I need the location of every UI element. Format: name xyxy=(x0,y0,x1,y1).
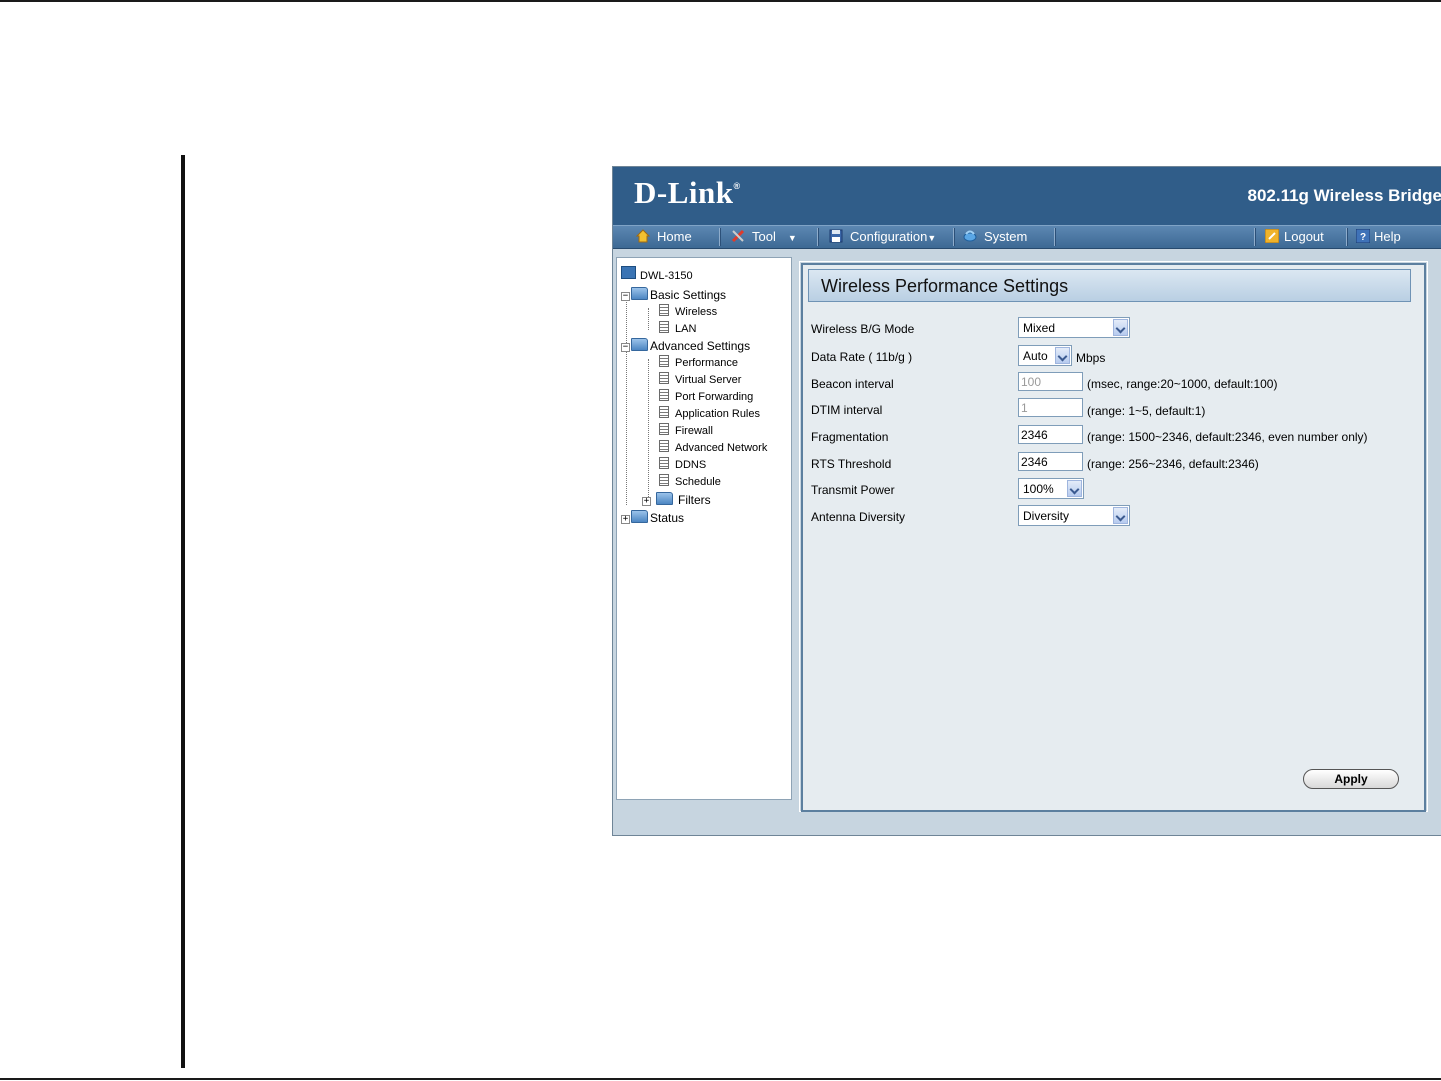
tree-item-firewall[interactable]: Firewall xyxy=(659,423,713,439)
antenna-diversity-select[interactable]: Diversity xyxy=(1018,505,1130,526)
data-rate-label: Data Rate ( 11b/g ) xyxy=(811,350,913,364)
rts-threshold-label: RTS Threshold xyxy=(811,457,892,471)
menu-tool[interactable]: Tool ▼ xyxy=(731,226,797,248)
fragmentation-label: Fragmentation xyxy=(811,430,889,444)
menu-configuration[interactable]: Configuration▼ xyxy=(829,226,936,248)
antenna-diversity-label: Antenna Diversity xyxy=(811,510,906,524)
beacon-interval-hint: (msec, range:20~1000, default:100) xyxy=(1087,377,1278,391)
margin-bar xyxy=(181,155,185,1068)
fragmentation-input[interactable]: 2346 xyxy=(1018,425,1083,444)
dtim-interval-hint: (range: 1~5, default:1) xyxy=(1087,404,1206,418)
collapse-icon[interactable]: − xyxy=(621,343,630,352)
tree-item-ddns[interactable]: DDNS xyxy=(659,457,706,473)
tools-icon xyxy=(731,228,745,243)
menu-bar: Home Tool▼ Configuration▼ System Logout xyxy=(613,225,1441,249)
page-icon xyxy=(659,304,669,316)
expand-icon[interactable]: + xyxy=(621,515,630,524)
menu-system[interactable]: System xyxy=(963,226,1027,248)
apply-button[interactable]: Apply xyxy=(1303,769,1399,789)
home-icon xyxy=(635,228,651,243)
tree-guide xyxy=(648,308,649,330)
wireless-mode-select[interactable]: Mixed xyxy=(1018,317,1130,338)
menu-help[interactable]: ? Help xyxy=(1355,226,1401,248)
tree-item-advanced-network[interactable]: Advanced Network xyxy=(659,440,767,456)
panel-title-bar: Wireless Performance Settings xyxy=(808,269,1411,302)
page-icon xyxy=(659,406,669,418)
computer-icon xyxy=(621,266,636,279)
chevron-down-icon xyxy=(1055,347,1070,364)
tree-item-lan[interactable]: LAN xyxy=(659,321,696,337)
page-icon xyxy=(659,423,669,435)
data-rate-unit: Mbps xyxy=(1076,351,1106,365)
tree-guide xyxy=(648,359,649,499)
rts-threshold-input[interactable]: 2346 xyxy=(1018,452,1083,471)
dlink-logo: D-Link® xyxy=(634,175,741,210)
tree-item-port-forwarding[interactable]: Port Forwarding xyxy=(659,389,753,405)
tree-status[interactable]: + Status xyxy=(621,510,684,526)
page-icon xyxy=(659,372,669,384)
product-name: 802.11g Wireless Bridge xyxy=(1247,186,1441,205)
page-icon xyxy=(659,321,669,333)
chevron-down-icon: ▼ xyxy=(787,233,797,243)
panel-title: Wireless Performance Settings xyxy=(821,276,1069,296)
tree-item-wireless[interactable]: Wireless xyxy=(659,304,717,320)
chevron-down-icon xyxy=(1113,319,1128,336)
rts-threshold-hint: (range: 256~2346, default:2346) xyxy=(1087,457,1259,471)
transmit-power-select[interactable]: 100% xyxy=(1018,478,1084,499)
header: D-Link® 802.11g Wireless Bridge xyxy=(613,167,1441,225)
beacon-interval-input[interactable]: 100 xyxy=(1018,372,1083,391)
page-top-rule xyxy=(0,0,1441,2)
tree-filters[interactable]: + Filters xyxy=(642,492,711,508)
data-rate-select[interactable]: Auto xyxy=(1018,345,1072,366)
tree-item-virtual-server[interactable]: Virtual Server xyxy=(659,372,741,388)
router-web-ui: D-Link® 802.11g Wireless Bridge Home Too… xyxy=(612,166,1441,836)
collapse-icon[interactable]: − xyxy=(621,292,630,301)
chevron-down-icon: ▼ xyxy=(927,233,937,243)
tree-basic-settings[interactable]: − Basic Settings xyxy=(621,287,726,303)
page-bottom-rule xyxy=(0,1078,1441,1080)
floppy-disk-icon xyxy=(829,228,843,243)
tree-item-application-rules[interactable]: Application Rules xyxy=(659,406,760,422)
expand-icon[interactable]: + xyxy=(642,497,651,506)
svg-text:?: ? xyxy=(1360,232,1366,243)
page-icon xyxy=(659,474,669,486)
folder-icon xyxy=(631,287,648,300)
menu-separator xyxy=(953,228,955,246)
settings-panel: Wireless Performance Settings Wireless B… xyxy=(801,263,1426,812)
menu-logout[interactable]: Logout xyxy=(1264,226,1324,248)
dtim-interval-input[interactable]: 1 xyxy=(1018,398,1083,417)
tree-item-schedule[interactable]: Schedule xyxy=(659,474,721,490)
navigation-tree: DWL-3150 − Basic Settings Wireless LAN − A… xyxy=(616,257,792,800)
menu-separator xyxy=(1346,228,1348,246)
tree-guide xyxy=(626,300,627,505)
tree-root[interactable]: DWL-3150 xyxy=(621,266,693,284)
transmit-power-label: Transmit Power xyxy=(811,483,895,497)
menu-separator xyxy=(1054,228,1056,246)
page-icon xyxy=(659,355,669,367)
tree-item-performance[interactable]: Performance xyxy=(659,355,738,371)
system-globe-icon xyxy=(963,228,977,242)
menu-separator xyxy=(719,228,721,246)
page-icon xyxy=(659,389,669,401)
menu-separator xyxy=(817,228,819,246)
folder-icon xyxy=(631,338,648,351)
key-icon xyxy=(1264,228,1280,244)
menu-separator xyxy=(1254,228,1256,246)
wireless-mode-label: Wireless B/G Mode xyxy=(811,322,915,336)
page-icon xyxy=(659,440,669,452)
folder-icon xyxy=(631,510,648,523)
chevron-down-icon xyxy=(1113,507,1128,524)
page-icon xyxy=(659,457,669,469)
chevron-down-icon xyxy=(1067,480,1082,497)
tree-advanced-settings[interactable]: − Advanced Settings xyxy=(621,338,750,354)
dtim-interval-label: DTIM interval xyxy=(811,403,883,417)
beacon-interval-label: Beacon interval xyxy=(811,377,894,391)
fragmentation-hint: (range: 1500~2346, default:2346, even nu… xyxy=(1087,430,1368,444)
folder-icon xyxy=(656,492,673,505)
menu-home[interactable]: Home xyxy=(635,226,692,248)
help-icon: ? xyxy=(1355,228,1371,244)
